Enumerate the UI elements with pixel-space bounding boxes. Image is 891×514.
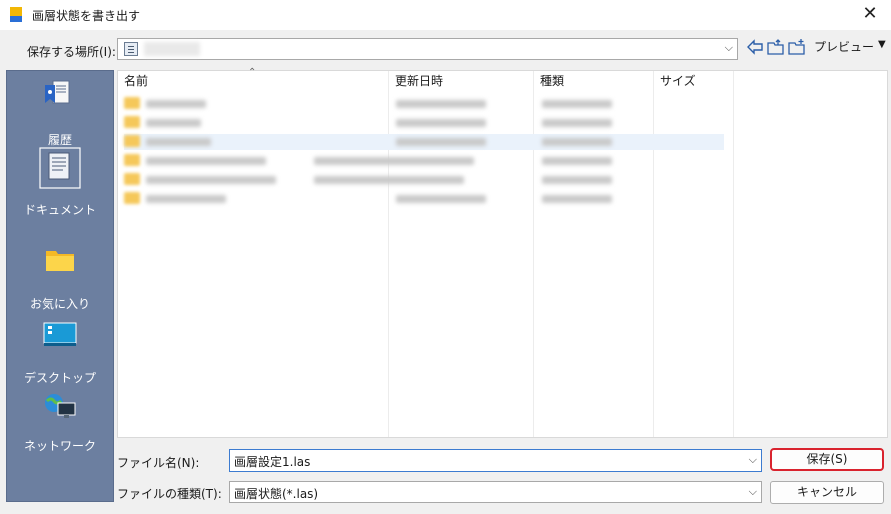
blurred-text: [146, 195, 226, 203]
desktop-icon: [43, 322, 77, 346]
list-item[interactable]: [124, 191, 724, 207]
document-folder-icon: [124, 42, 138, 56]
list-item[interactable]: [124, 172, 724, 188]
list-item[interactable]: [124, 134, 724, 150]
blurred-text: [146, 100, 206, 108]
app-icon: [10, 7, 22, 22]
blurred-text: [542, 157, 612, 165]
documents-icon: [39, 147, 81, 189]
blurred-text: [542, 100, 612, 108]
blurred-text: [146, 119, 201, 127]
place-history[interactable]: 履歴: [7, 77, 113, 148]
list-item[interactable]: [124, 96, 724, 112]
dialog-body: 保存する場所(I): ⌵ プレビュー ▼ 履歴 ドキュメント お気に入り デスク…: [0, 30, 891, 514]
title-bar: 画層状態を書き出す ✕: [0, 0, 891, 30]
list-item[interactable]: [124, 115, 724, 131]
blurred-text: [542, 195, 612, 203]
filetype-label: ファイルの種類(T):: [117, 487, 222, 501]
preview-menu[interactable]: プレビュー: [814, 38, 874, 55]
chevron-down-icon[interactable]: ⌵: [725, 41, 733, 55]
blurred-text: [396, 195, 486, 203]
network-icon: [45, 394, 76, 418]
blurred-text: [396, 119, 486, 127]
column-separator: [733, 71, 734, 437]
close-icon[interactable]: ✕: [857, 3, 883, 25]
preview-dropdown-icon[interactable]: ▼: [878, 39, 886, 50]
place-network[interactable]: ネットワーク: [7, 391, 113, 454]
up-folder-icon[interactable]: [766, 37, 786, 57]
blurred-text: [396, 138, 486, 146]
place-label: ドキュメント: [23, 203, 96, 217]
blurred-text: [542, 176, 612, 184]
folder-icon: [124, 135, 140, 147]
place-label: 履歴: [47, 133, 72, 147]
blurred-text: [396, 100, 486, 108]
chevron-down-icon[interactable]: ⌵: [749, 485, 757, 499]
blurred-text: [542, 119, 612, 127]
filetype-value: 画層状態(*.las): [234, 487, 319, 501]
folder-icon: [124, 97, 140, 109]
file-list[interactable]: ⌃ 名前 更新日時 種類 サイズ: [117, 67, 888, 438]
filetype-select[interactable]: 画層状態(*.las) ⌵: [229, 481, 762, 503]
new-folder-icon[interactable]: [787, 37, 807, 57]
save-button[interactable]: 保存(S): [770, 448, 884, 471]
folder-icon: [124, 116, 140, 128]
column-header-name[interactable]: 名前: [118, 71, 388, 93]
save-in-combo[interactable]: ⌵: [117, 38, 738, 60]
favorites-folder-icon: [46, 251, 74, 271]
blurred-text: [146, 138, 211, 146]
place-label: ネットワーク: [23, 439, 96, 453]
list-item[interactable]: [124, 153, 724, 169]
blurred-text: [314, 157, 474, 165]
save-in-value-blurred: [144, 42, 200, 56]
column-header-modified[interactable]: 更新日時: [389, 71, 533, 93]
folder-icon: [124, 173, 140, 185]
window-title: 画層状態を書き出す: [32, 9, 141, 23]
folder-icon: [124, 192, 140, 204]
chevron-down-icon[interactable]: ⌵: [749, 453, 757, 467]
filename-value[interactable]: 画層設定1.las: [234, 455, 310, 469]
history-icon: [45, 80, 70, 104]
place-label: デスクトップ: [23, 371, 96, 385]
filename-label: ファイル名(N):: [117, 456, 200, 470]
blurred-text: [146, 157, 266, 165]
blurred-text: [314, 176, 464, 184]
blurred-text: [542, 138, 612, 146]
blurred-text: [146, 176, 276, 184]
place-documents[interactable]: ドキュメント: [7, 147, 113, 218]
back-arrow-icon[interactable]: [745, 37, 765, 57]
place-label: お気に入り: [29, 297, 90, 311]
places-bar: 履歴 ドキュメント お気に入り デスクトップ ネットワーク: [6, 70, 114, 502]
save-in-label: 保存する場所(I):: [27, 45, 116, 59]
folder-icon: [124, 154, 140, 166]
column-header-type[interactable]: 種類: [534, 71, 654, 93]
place-desktop[interactable]: デスクトップ: [7, 321, 113, 386]
column-header-size[interactable]: サイズ: [654, 71, 734, 93]
cancel-button[interactable]: キャンセル: [770, 481, 884, 504]
filename-input[interactable]: 画層設定1.las ⌵: [229, 449, 762, 472]
place-favorites[interactable]: お気に入り: [7, 247, 113, 312]
